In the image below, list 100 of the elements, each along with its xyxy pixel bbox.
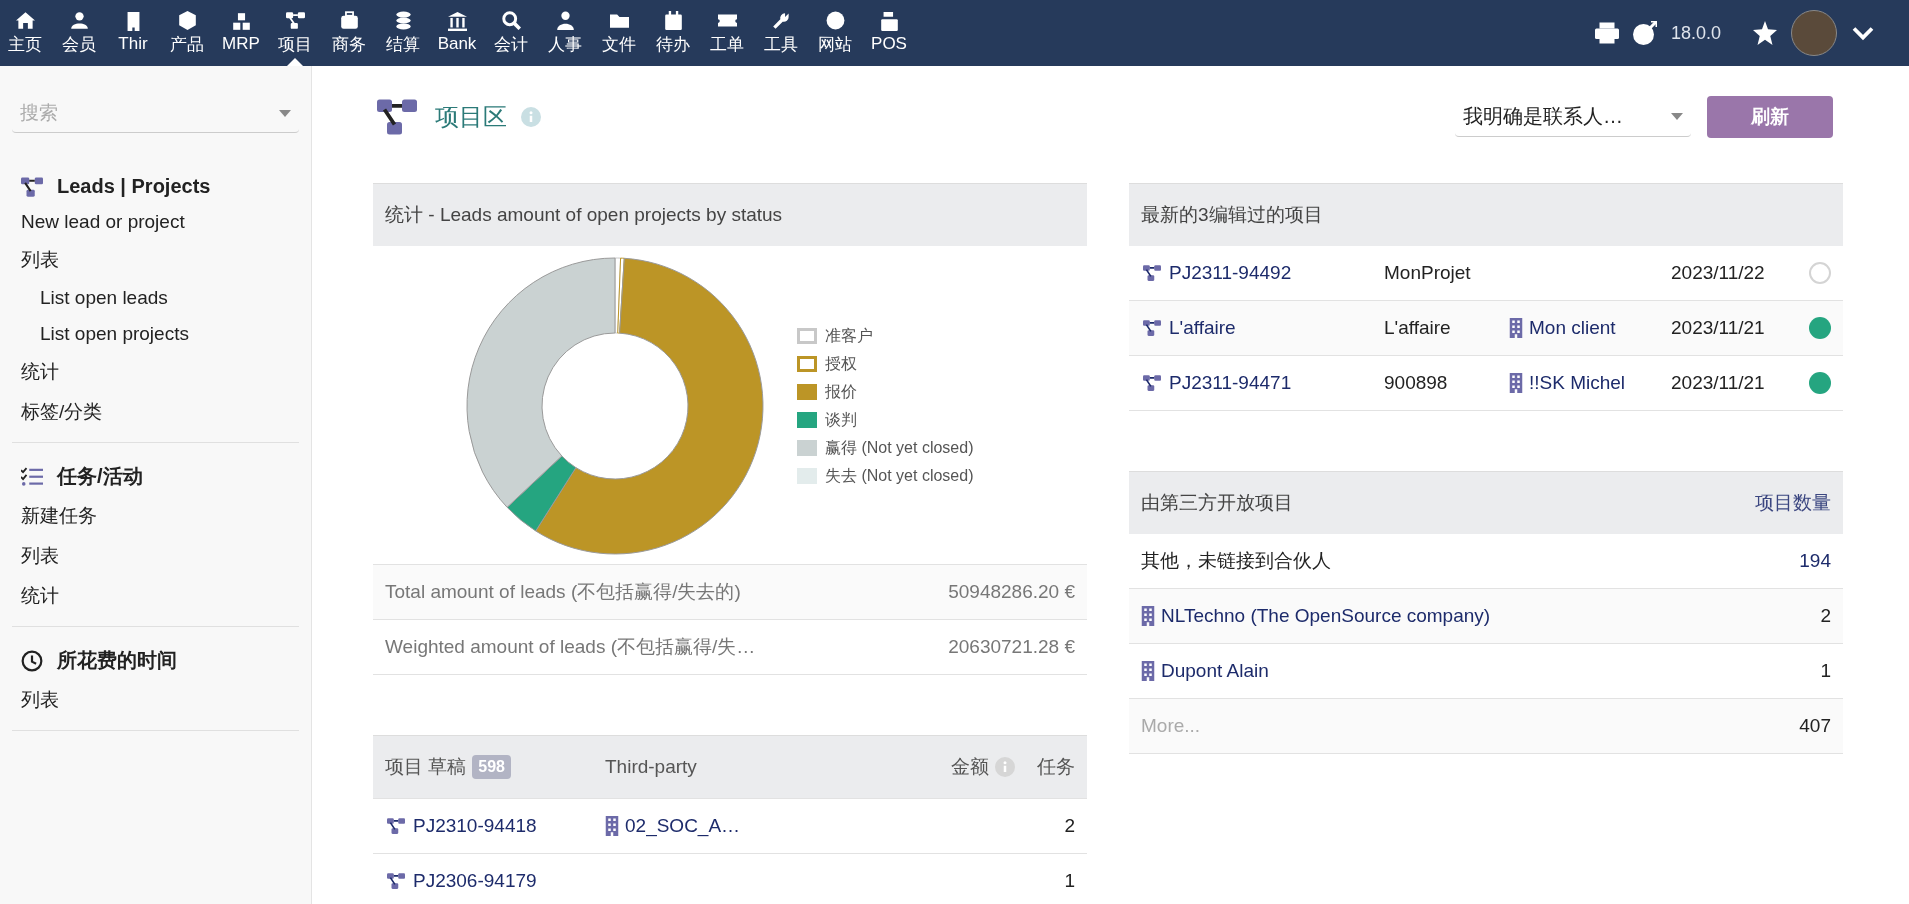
panel-header: 最新的3编辑过的项目	[1129, 184, 1843, 246]
building-icon	[1141, 661, 1155, 681]
project-icon	[1141, 319, 1163, 337]
task-count: 1	[1063, 870, 1075, 892]
project-link[interactable]: PJ2311-94471	[1141, 372, 1384, 394]
panel-header: 由第三方开放项目	[1141, 491, 1293, 515]
nav-tab[interactable]: 工具	[756, 0, 806, 66]
column-header: Third-party	[605, 756, 697, 778]
sidebar-link[interactable]: 列表	[12, 240, 299, 280]
total-label: Total amount of leads (不包括赢得/失去的)	[385, 580, 741, 604]
sidebar-link[interactable]: 列表	[12, 680, 299, 720]
legend-label: 准客户	[825, 325, 873, 346]
wrench-icon	[771, 10, 791, 30]
nav-tab[interactable]: 工单	[702, 0, 752, 66]
sidebar-link[interactable]: New lead or project	[12, 204, 299, 240]
column-header: 金额	[951, 755, 989, 779]
project-label: L'affaire	[1384, 317, 1452, 339]
star-icon[interactable]	[1753, 21, 1777, 45]
nav-tab[interactable]: 产品	[162, 0, 212, 66]
version-text: 18.0.0	[1670, 22, 1721, 44]
task-list-icon	[21, 465, 43, 488]
refresh-button[interactable]: 刷新	[1707, 96, 1833, 138]
calendar-icon	[663, 10, 683, 30]
briefcase-icon	[339, 10, 359, 30]
section-heading[interactable]: 所花费的时间	[57, 647, 177, 674]
printer-icon[interactable]	[1594, 21, 1619, 45]
sidebar-link[interactable]: List open projects	[12, 316, 299, 352]
nav-tab[interactable]: Thir	[108, 0, 158, 66]
dropdown-caret-icon	[279, 109, 291, 117]
sidebar-link[interactable]: 新建任务	[12, 496, 299, 536]
project-link[interactable]: L'affaire	[1141, 317, 1384, 339]
panel-header: 统计 - Leads amount of open projects by status	[373, 184, 1087, 246]
nav-tab[interactable]: 商务	[324, 0, 374, 66]
count-badge: 598	[472, 755, 511, 779]
legend-label: 授权	[825, 353, 857, 374]
total-amount: 50948286.20 €	[948, 581, 1075, 603]
nav-tab[interactable]: 网站	[810, 0, 860, 66]
nav-tab[interactable]: 待办	[648, 0, 698, 66]
project-label: MonProjet	[1384, 262, 1472, 284]
bank-icon	[447, 12, 467, 31]
sidebar-link[interactable]: 标签/分类	[12, 392, 299, 432]
nav-tab[interactable]: 主页	[0, 0, 50, 66]
dropdown-caret-icon	[1671, 113, 1683, 120]
project-link[interactable]: PJ2311-94492	[1141, 262, 1384, 284]
home-icon	[15, 10, 35, 30]
project-icon	[285, 10, 305, 30]
date-text: 2023/11/21	[1671, 317, 1766, 339]
third-party-link[interactable]: !!SK Michel	[1509, 372, 1671, 394]
third-party-link[interactable]: Mon client	[1509, 317, 1671, 339]
user-icon	[555, 10, 575, 30]
nav-tab[interactable]: 会计	[486, 0, 536, 66]
column-header: 项目数量	[1755, 491, 1831, 515]
coins-icon	[393, 10, 413, 30]
nav-tab[interactable]: Bank	[432, 0, 482, 66]
project-link[interactable]: PJ2306-94179	[385, 870, 605, 892]
nav-tab[interactable]: 文件	[594, 0, 644, 66]
project-icon	[385, 817, 407, 835]
cube-icon	[177, 10, 197, 30]
nav-tab[interactable]: 会员	[54, 0, 104, 66]
search-icon	[501, 10, 521, 30]
project-icon	[385, 872, 407, 890]
third-party-link[interactable]: NLTechno (The OpenSource company)	[1141, 605, 1491, 627]
sidebar-link[interactable]: 列表	[12, 536, 299, 576]
building-icon	[1141, 606, 1155, 626]
building-icon	[1509, 318, 1523, 338]
page-title: 项目区	[435, 102, 507, 132]
sidebar-link[interactable]: List open leads	[12, 280, 299, 316]
column-header: 项目 草稿	[385, 755, 467, 779]
legend-label: 失去 (Not yet closed)	[825, 465, 974, 486]
project-icon	[1141, 264, 1163, 282]
project-count: 2	[1820, 605, 1831, 627]
total-label: Weighted amount of leads (不包括赢得/失…	[385, 635, 756, 659]
total-amount: 20630721.28 €	[948, 636, 1075, 658]
third-party-link[interactable]: 02_SOC_A…	[605, 815, 865, 837]
sidebar-link[interactable]: 统计	[12, 352, 299, 392]
user-avatar[interactable]	[1791, 10, 1837, 56]
nav-tab[interactable]: 结算	[378, 0, 428, 66]
project-count: 407	[1799, 715, 1831, 737]
filter-dropdown[interactable]: 我明确是联系人…	[1455, 97, 1691, 137]
legend-label: 谈判	[825, 409, 857, 430]
column-header: 任务	[1037, 755, 1075, 779]
sidebar-link[interactable]: 统计	[12, 576, 299, 616]
building-icon	[1509, 373, 1523, 393]
nav-tab[interactable]: 人事	[540, 0, 590, 66]
project-icon	[21, 175, 43, 198]
section-heading[interactable]: 任务/活动	[57, 463, 143, 490]
building-icon	[605, 816, 619, 836]
project-label: 900898	[1384, 372, 1449, 394]
task-count: 2	[1063, 815, 1075, 837]
legend-label: 赢得 (Not yet closed)	[825, 437, 974, 458]
project-count: 194	[1799, 550, 1831, 572]
user-icon	[69, 10, 89, 30]
nav-tab[interactable]: POS	[864, 0, 914, 66]
cubes-icon	[231, 12, 251, 31]
project-link[interactable]: PJ2310-94418	[385, 815, 605, 837]
clock-icon	[21, 649, 43, 672]
section-heading[interactable]: Leads | Projects	[57, 175, 211, 198]
nav-tab[interactable]: MRP	[216, 0, 266, 66]
date-text: 2023/11/22	[1671, 262, 1766, 284]
third-party-link[interactable]: Dupont Alain	[1141, 660, 1269, 682]
